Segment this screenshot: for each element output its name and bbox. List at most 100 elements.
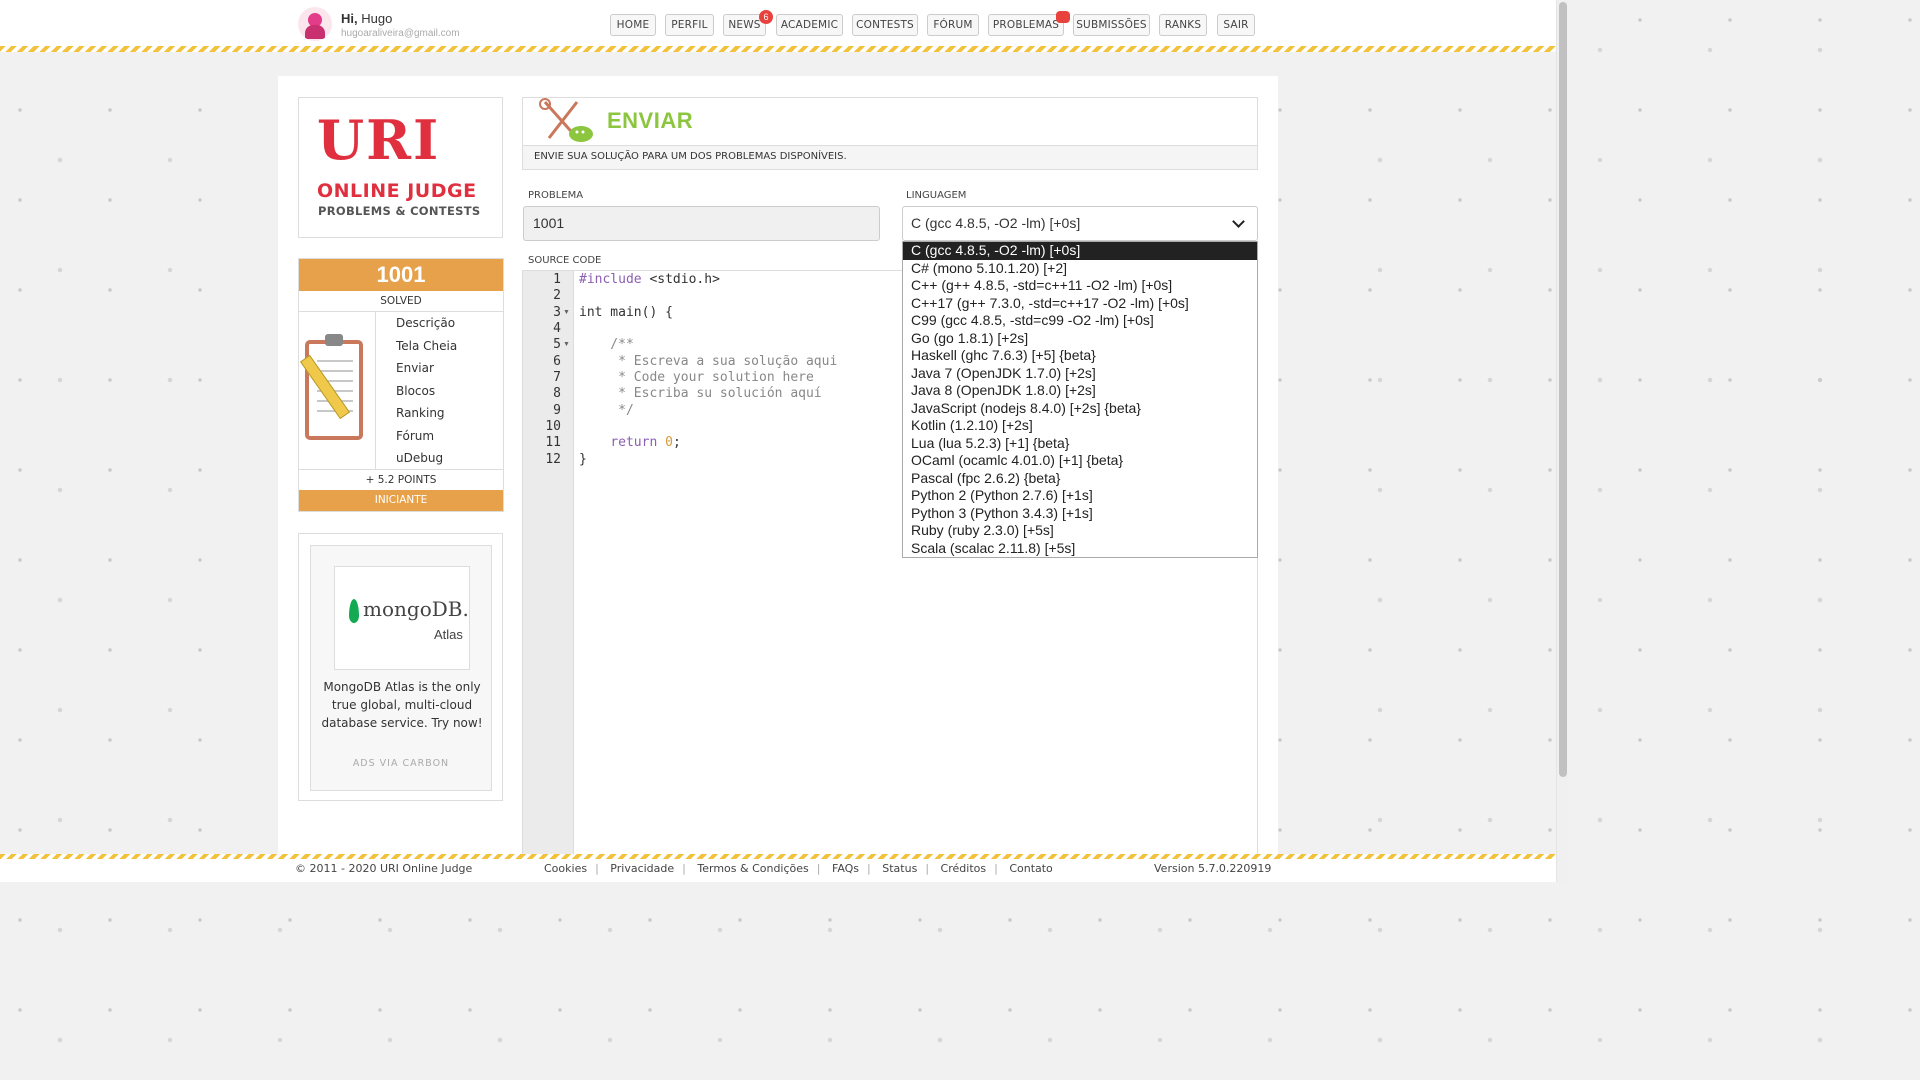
logo-uri-text: URI xyxy=(317,108,441,172)
code-line: } xyxy=(579,452,587,467)
line-number: 1 xyxy=(553,272,561,287)
line-number: 7 xyxy=(553,370,561,385)
scrollbar-thumb[interactable] xyxy=(1559,2,1567,777)
code-line: return 0; xyxy=(579,435,680,450)
top-header: Hi, Hugo hugoaraliveira@gmail.com HOME P… xyxy=(0,0,1556,48)
code-preprocessor: #include xyxy=(579,272,642,287)
language-label: LINGUAGEM xyxy=(906,190,967,201)
language-option[interactable]: C++ (g++ 4.8.5, -std=c++11 -O2 -lm) [+0s… xyxy=(903,277,1257,295)
page-scrollbar[interactable] xyxy=(1556,0,1568,882)
footer-link-faqs[interactable]: FAQs xyxy=(832,862,859,875)
chevron-down-icon xyxy=(1232,215,1245,228)
problemas-notification-dot xyxy=(1056,11,1070,23)
submit-subtitle: ENVIE SUA SOLUÇÃO PARA UM DOS PROBLEMAS … xyxy=(523,145,1257,169)
line-number: 2 xyxy=(553,288,561,303)
problem-number[interactable]: 1001 xyxy=(299,259,503,291)
language-option[interactable]: Python 3 (Python 3.4.3) [+1s] xyxy=(903,505,1257,523)
problem-menu-udebug[interactable]: uDebug xyxy=(377,447,503,470)
language-option[interactable]: Scala (scalac 2.11.8) [+5s] xyxy=(903,540,1257,558)
ad-brand: mongoDB. xyxy=(363,597,469,621)
site-logo[interactable]: URI ONLINE JUDGE PROBLEMS & CONTESTS xyxy=(298,97,503,238)
code-comment: */ xyxy=(579,403,634,418)
carbon-ad: mongoDB. Atlas MongoDB Atlas is the only… xyxy=(298,533,503,801)
ad-image[interactable]: mongoDB. Atlas xyxy=(334,566,470,670)
code-comment: * Code your solution here xyxy=(579,370,814,385)
language-option[interactable]: JavaScript (nodejs 8.4.0) [+2s] {beta} xyxy=(903,400,1257,418)
clipboard-pencil-icon xyxy=(299,312,376,469)
header-stripe xyxy=(0,46,1556,52)
fold-arrow-icon[interactable]: ▼ xyxy=(563,341,570,348)
line-number: 4 xyxy=(553,321,561,336)
greeting-label: Hi, xyxy=(341,11,358,26)
language-option[interactable]: Java 7 (OpenJDK 1.7.0) [+2s] xyxy=(903,365,1257,383)
footer-link-status[interactable]: Status xyxy=(882,862,917,875)
problem-input[interactable]: 1001 xyxy=(523,206,880,241)
code-keyword: return xyxy=(610,435,658,450)
user-name: Hugo xyxy=(361,11,393,26)
line-number: 11 xyxy=(545,435,561,450)
footer-link-contato[interactable]: Contato xyxy=(1009,862,1052,875)
ad-product: Atlas xyxy=(434,627,463,642)
nav-problemas-button[interactable]: PROBLEMAS xyxy=(988,14,1064,36)
editor-gutter: 1 2 3 ▼ 4 5 ▼ 6 7 8 9 10 11 12 xyxy=(523,271,574,855)
footer-link-creditos[interactable]: Créditos xyxy=(941,862,987,875)
line-number: 9 xyxy=(553,403,561,418)
problem-menu-forum[interactable]: Fórum xyxy=(377,425,503,448)
problem-level-badge: INICIANTE xyxy=(299,490,503,511)
language-option[interactable]: Pascal (fpc 2.6.2) {beta} xyxy=(903,470,1257,488)
problem-menu-tela-cheia[interactable]: Tela Cheia xyxy=(377,335,503,358)
user-greeting: Hi, Hugo xyxy=(341,11,392,26)
code-comment: * Escreva a sua solução aqui xyxy=(579,354,838,369)
line-number: 10 xyxy=(545,419,561,434)
problem-points: + 5.2 POINTS xyxy=(299,469,503,490)
submit-header: ENVIAR ENVIE SUA SOLUÇÃO PARA UM DOS PRO… xyxy=(522,97,1258,170)
language-option[interactable]: Kotlin (1.2.10) [+2s] xyxy=(903,417,1257,435)
language-option[interactable]: Lua (lua 5.2.3) [+1] {beta} xyxy=(903,435,1257,453)
nav-contests-button[interactable]: CONTESTS xyxy=(852,14,918,36)
language-option[interactable]: Java 8 (OpenJDK 1.8.0) [+2s] xyxy=(903,382,1257,400)
language-option[interactable]: Ruby (ruby 2.3.0) [+5s] xyxy=(903,522,1257,540)
code-comment: /** xyxy=(579,337,634,352)
footer-version: Version 5.7.0.220919 xyxy=(1154,862,1272,875)
problem-menu-enviar[interactable]: Enviar xyxy=(377,357,503,380)
nav-academic-button[interactable]: ACADEMIC xyxy=(776,14,843,36)
language-dropdown-list[interactable]: C (gcc 4.8.5, -O2 -lm) [+0s] C# (mono 5.… xyxy=(902,241,1258,558)
footer-link-privacidade[interactable]: Privacidade xyxy=(610,862,674,875)
ad-text[interactable]: MongoDB Atlas is the only true global, m… xyxy=(321,678,483,732)
language-option[interactable]: Go (go 1.8.1) [+2s] xyxy=(903,330,1257,348)
mongodb-leaf-icon xyxy=(349,599,359,623)
language-option[interactable]: Python 2 (Python 2.7.6) [+1s] xyxy=(903,487,1257,505)
problem-menu-ranking[interactable]: Ranking xyxy=(377,402,503,425)
footer-link-cookies[interactable]: Cookies xyxy=(544,862,587,875)
language-option[interactable]: C# (mono 5.10.1.20) [+2] xyxy=(903,260,1257,278)
language-option[interactable]: C++17 (g++ 7.3.0, -std=c++17 -O2 -lm) [+… xyxy=(903,295,1257,313)
nav-forum-button[interactable]: FÓRUM xyxy=(927,14,979,36)
user-avatar-icon[interactable] xyxy=(298,7,332,41)
line-number: 3 xyxy=(553,305,561,320)
language-select[interactable]: C (gcc 4.8.5, -O2 -lm) [+0s] xyxy=(902,206,1258,241)
code-number: 0 xyxy=(665,435,673,450)
nav-submissoes-button[interactable]: SUBMISSÕES xyxy=(1073,14,1150,36)
fold-arrow-icon[interactable]: ▼ xyxy=(563,309,570,316)
news-count-badge: 6 xyxy=(759,10,773,24)
ad-card[interactable]: mongoDB. Atlas MongoDB Atlas is the only… xyxy=(310,545,492,791)
line-number: 12 xyxy=(545,452,561,467)
nav-ranks-button[interactable]: RANKS xyxy=(1159,14,1207,36)
language-option[interactable]: Haskell (ghc 7.6.3) [+5] {beta} xyxy=(903,347,1257,365)
ad-via-carbon[interactable]: ADS VIA CARBON xyxy=(311,758,491,769)
footer: © 2011 - 2020 URI Online Judge Cookies | … xyxy=(0,859,1556,882)
language-option[interactable]: OCaml (ocamlc 4.01.0) [+1] {beta} xyxy=(903,452,1257,470)
problem-menu-blocos[interactable]: Blocos xyxy=(377,380,503,403)
logo-tagline: PROBLEMS & CONTESTS xyxy=(318,204,481,218)
footer-link-termos[interactable]: Termos & Condições xyxy=(697,862,808,875)
language-selected-value: C (gcc 4.8.5, -O2 -lm) [+0s] xyxy=(911,215,1081,231)
language-option[interactable]: C99 (gcc 4.8.5, -std=c99 -O2 -lm) [+0s] xyxy=(903,312,1257,330)
problem-menu-descricao[interactable]: Descrição xyxy=(377,312,503,335)
code-comment: * Escriba su solución aquí xyxy=(579,386,822,401)
nav-home-button[interactable]: HOME xyxy=(610,14,656,36)
language-option[interactable]: C (gcc 4.8.5, -O2 -lm) [+0s] xyxy=(903,242,1257,260)
logo-online-judge-text: ONLINE JUDGE xyxy=(317,180,477,202)
nav-perfil-button[interactable]: PERFIL xyxy=(665,14,714,36)
source-code-label: SOURCE CODE xyxy=(528,255,602,266)
nav-sair-button[interactable]: SAIR xyxy=(1217,14,1255,36)
